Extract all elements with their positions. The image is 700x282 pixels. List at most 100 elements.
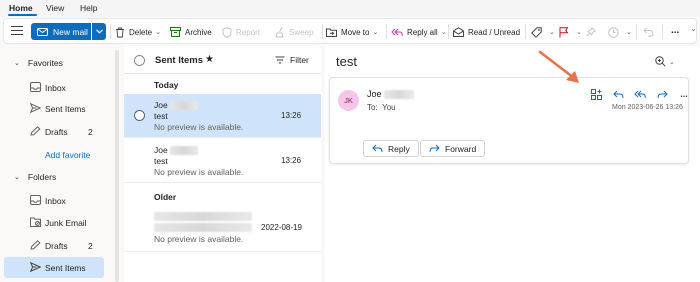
chevron-down-icon: ⌄	[549, 29, 555, 36]
flag-button[interactable]: ⌄	[559, 25, 582, 39]
email-subject: test	[336, 54, 357, 69]
snooze-button[interactable]: ⌄	[608, 25, 632, 39]
star-icon[interactable]: ★	[205, 54, 214, 65]
delete-button[interactable]: Delete ⌄	[115, 25, 161, 39]
read-unread-button[interactable]: Read / Unread	[453, 25, 520, 39]
chevron-down-icon: ⌄	[14, 174, 20, 181]
inbox-icon	[30, 195, 41, 205]
message-preview: No preview is available.	[154, 234, 244, 244]
undo-button[interactable]	[643, 25, 658, 39]
filter-button[interactable]: Filter	[275, 55, 309, 65]
chevron-down-icon: ⌄	[14, 60, 20, 67]
favorite-sent-items-label: Sent Items	[45, 103, 86, 114]
chevron-down-icon	[95, 29, 103, 34]
ribbon-divider	[322, 24, 323, 39]
tab-view[interactable]: View	[46, 3, 64, 13]
reply-button[interactable]	[608, 87, 628, 101]
favorite-inbox[interactable]: Inbox	[0, 77, 112, 98]
archive-icon	[170, 27, 181, 37]
email-recipient: To: You	[367, 103, 396, 112]
message-row[interactable]: Joe test No preview is available. 13:26	[124, 139, 321, 183]
chevron-down-icon: ⌄	[155, 29, 161, 36]
reply-button-bottom[interactable]: Reply	[363, 140, 419, 157]
pin-icon	[586, 26, 596, 37]
message-list-header: Sent Items ★ Filter	[124, 46, 321, 74]
clock-icon	[608, 26, 619, 38]
favorites-label: Favorites	[27, 58, 63, 68]
report-button[interactable]: Report	[222, 25, 260, 39]
folder-drafts[interactable]: Drafts 2	[0, 235, 112, 256]
new-mail-label: New mail	[53, 26, 88, 37]
folder-pane-scrollbar[interactable]	[115, 50, 119, 282]
favorite-sent-items[interactable]: Sent Items	[0, 98, 112, 119]
trash-icon	[116, 27, 124, 37]
message-row[interactable]: No preview is available. 2022-08-19	[124, 206, 321, 252]
forward-button-bottom[interactable]: Forward	[420, 140, 486, 157]
email-actions: ...	[586, 87, 696, 101]
new-mail-dropdown[interactable]	[92, 23, 106, 40]
read-unread-label: Read / Unread	[468, 27, 521, 37]
send-icon	[30, 103, 41, 113]
ribbon-divider	[636, 24, 637, 39]
folder-move-icon	[326, 28, 337, 37]
favorites-header[interactable]: ⌄ Favorites	[14, 58, 63, 68]
email-sender[interactable]: Joe	[367, 89, 415, 99]
categorize-button[interactable]: ⌄	[531, 25, 555, 39]
move-to-button[interactable]: Move to ⌄	[326, 25, 378, 39]
message-select-radio[interactable]	[134, 110, 145, 121]
new-mail-button[interactable]: New mail	[31, 23, 91, 40]
sweep-button[interactable]: Sweep	[275, 25, 313, 39]
folders-header[interactable]: ⌄ Folders	[14, 172, 56, 182]
favorite-drafts-count: 2	[88, 126, 93, 137]
email-card: JK Joe To: You ... Mon 2023-06-26 13:26 …	[329, 77, 689, 164]
ribbon-divider	[525, 24, 526, 39]
select-all-checkbox[interactable]	[134, 55, 145, 66]
move-to-label: Move to	[341, 27, 370, 37]
favorite-drafts[interactable]: Drafts 2	[0, 121, 112, 142]
reply-all-button[interactable]	[630, 87, 650, 101]
filter-icon	[275, 56, 285, 64]
folder-sent-items[interactable]: Sent Items	[4, 257, 104, 278]
favorite-drafts-label: Drafts	[45, 126, 68, 137]
junk-folder-icon	[30, 217, 41, 227]
undo-icon	[643, 27, 654, 37]
reply-icon	[612, 90, 623, 98]
flag-icon	[559, 26, 569, 37]
ribbon-tabs: Home View Help	[0, 0, 700, 17]
message-preview: No preview is available.	[154, 167, 244, 177]
apps-button[interactable]	[586, 87, 606, 101]
folder-sent-items-label: Sent Items	[45, 262, 86, 273]
tab-help[interactable]: Help	[80, 3, 97, 13]
ribbon-divider	[110, 24, 111, 39]
group-header-today: Today	[154, 80, 179, 90]
folder-drafts-label: Drafts	[45, 240, 68, 251]
more-options-button[interactable]: ...	[671, 23, 679, 37]
delete-label: Delete	[129, 27, 153, 37]
more-actions-button[interactable]: ...	[674, 87, 694, 101]
reply-all-button[interactable]: Reply all ⌄	[391, 25, 447, 39]
reading-pane: test ⌄ JK Joe To: You ... Mon 2023-06-26…	[325, 46, 700, 282]
pencil-icon	[30, 240, 41, 250]
tag-icon	[531, 26, 542, 38]
folder-inbox[interactable]: Inbox	[0, 190, 112, 211]
message-row[interactable]: Joe test No preview is available. 13:26	[124, 94, 321, 138]
chevron-down-icon: ⌄	[669, 58, 675, 66]
hamburger-menu-icon[interactable]	[11, 26, 23, 36]
folder-junk-email[interactable]: Junk Email	[0, 212, 112, 233]
broom-icon	[275, 26, 284, 37]
collapse-ribbon-icon[interactable]: ⌄	[690, 24, 697, 33]
annotation-arrow-icon	[538, 50, 579, 83]
filter-label: Filter	[290, 55, 309, 65]
message-sender: Joe	[154, 145, 199, 155]
forward-button[interactable]	[652, 87, 672, 101]
email-date: Mon 2023-06-26 13:26	[612, 104, 683, 111]
add-favorite-link[interactable]: Add favorite	[45, 150, 90, 160]
tab-home[interactable]: Home	[9, 3, 33, 13]
folder-drafts-count: 2	[88, 240, 93, 251]
archive-button[interactable]: Archive	[170, 25, 212, 39]
folders-label: Folders	[27, 172, 57, 182]
message-preview: No preview is available.	[154, 122, 244, 132]
zoom-button[interactable]: ⌄	[655, 56, 675, 67]
pin-button[interactable]	[586, 25, 600, 39]
tab-selected-indicator	[8, 14, 37, 16]
